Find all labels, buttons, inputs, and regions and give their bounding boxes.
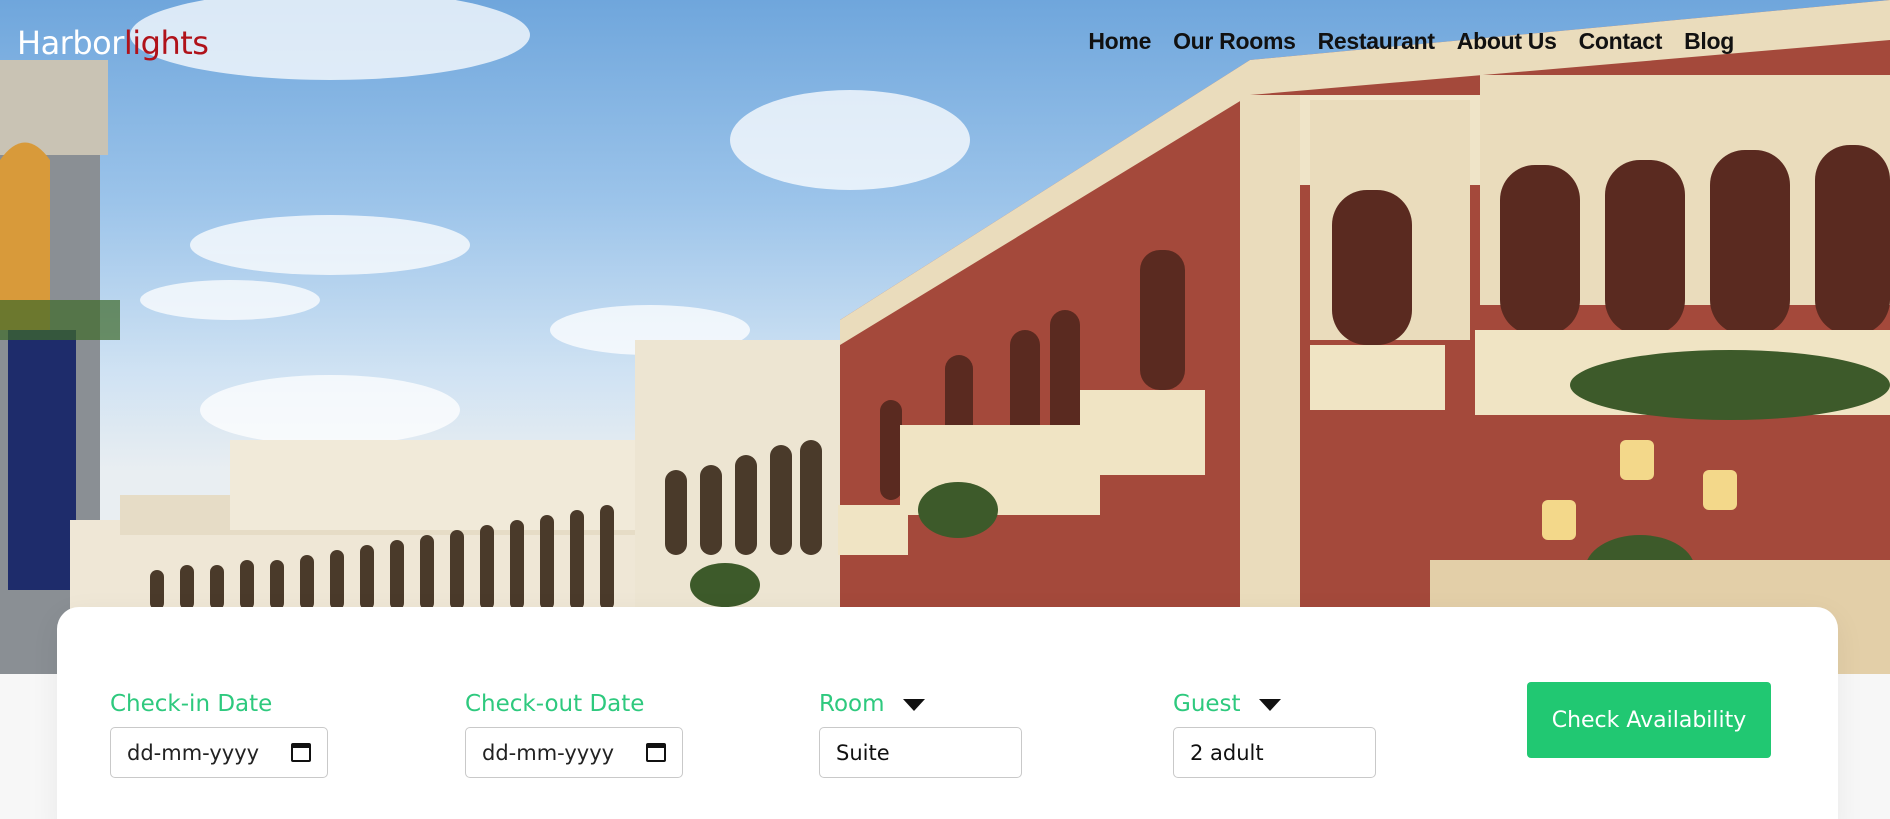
main-nav: Home Our Rooms Restaurant About Us Conta… [1088,28,1734,55]
logo-part-1: Harbor [17,24,124,62]
site-logo[interactable]: Harborlights [17,24,209,62]
calendar-icon[interactable] [646,743,666,762]
room-input[interactable]: Suite [819,727,1022,778]
logo-part-2: lights [123,24,209,62]
room-value: Suite [836,740,890,765]
guest-field: Guest 2 adult [1173,689,1376,778]
nav-about-us[interactable]: About Us [1457,28,1557,55]
checkout-placeholder: dd-mm-yyyy [482,740,615,765]
caret-down-icon[interactable] [1258,699,1281,711]
calendar-icon[interactable] [291,743,311,762]
nav-blog[interactable]: Blog [1684,28,1734,55]
checkin-field: Check-in Date dd-mm-yyyy [110,689,328,778]
checkin-placeholder: dd-mm-yyyy [127,740,260,765]
room-label: Room [819,691,885,717]
guest-input[interactable]: 2 adult [1173,727,1376,778]
nav-contact[interactable]: Contact [1579,28,1663,55]
check-availability-button[interactable]: Check Availability [1527,682,1771,758]
checkin-input[interactable]: dd-mm-yyyy [110,727,328,778]
hero-image [0,0,1890,674]
nav-restaurant[interactable]: Restaurant [1318,28,1435,55]
room-field: Room Suite [819,689,1022,778]
checkout-field: Check-out Date dd-mm-yyyy [465,689,683,778]
nav-our-rooms[interactable]: Our Rooms [1173,28,1296,55]
booking-card: Check-in Date dd-mm-yyyy Check-out Date … [57,607,1838,819]
checkout-input[interactable]: dd-mm-yyyy [465,727,683,778]
nav-home[interactable]: Home [1088,28,1151,55]
checkin-label: Check-in Date [110,691,273,717]
guest-label: Guest [1173,691,1241,717]
caret-down-icon[interactable] [902,699,925,711]
hotel-facade-illustration [0,0,1890,674]
guest-value: 2 adult [1190,740,1264,765]
guest-label-row[interactable]: Guest [1173,689,1376,719]
checkout-label: Check-out Date [465,691,645,717]
room-label-row[interactable]: Room [819,689,1022,719]
